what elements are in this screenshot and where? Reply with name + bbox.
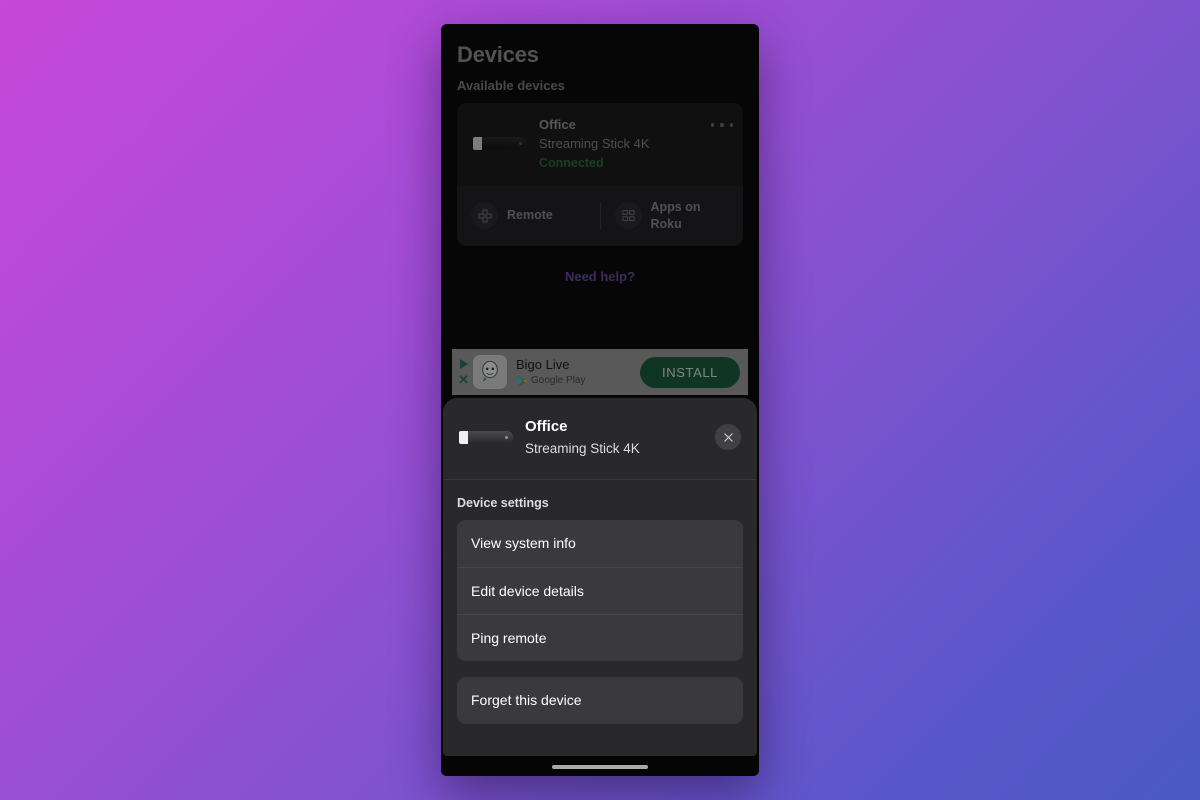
phone-frame: Devices Available devices Office Streami… — [441, 24, 759, 776]
menu-item-forget-this-device[interactable]: Forget this device — [457, 677, 743, 724]
sheet-header: Office Streaming Stick 4K — [443, 398, 757, 480]
menu-item-view-system-info[interactable]: View system info — [457, 520, 743, 567]
device-settings-list: View system info Edit device details Pin… — [457, 519, 743, 661]
menu-item-ping-remote[interactable]: Ping remote — [457, 613, 743, 661]
home-indicator-area — [441, 758, 759, 776]
sheet-device-name: Office — [525, 418, 568, 435]
sheet-body: Device settings View system info Edit de… — [443, 480, 757, 756]
device-settings-label: Device settings — [457, 495, 549, 510]
home-indicator[interactable] — [552, 765, 648, 769]
menu-item-edit-device-details[interactable]: Edit device details — [457, 566, 743, 614]
forget-device-group: Forget this device — [457, 676, 743, 724]
sheet-device-info: Office Streaming Stick 4K — [517, 416, 715, 459]
phone-screen: Devices Available devices Office Streami… — [443, 26, 757, 756]
streaming-stick-thumbnail-icon — [455, 420, 517, 454]
close-icon[interactable] — [715, 424, 741, 451]
sheet-device-model: Streaming Stick 4K — [525, 440, 640, 456]
device-settings-sheet: Office Streaming Stick 4K Device setting… — [443, 398, 757, 756]
